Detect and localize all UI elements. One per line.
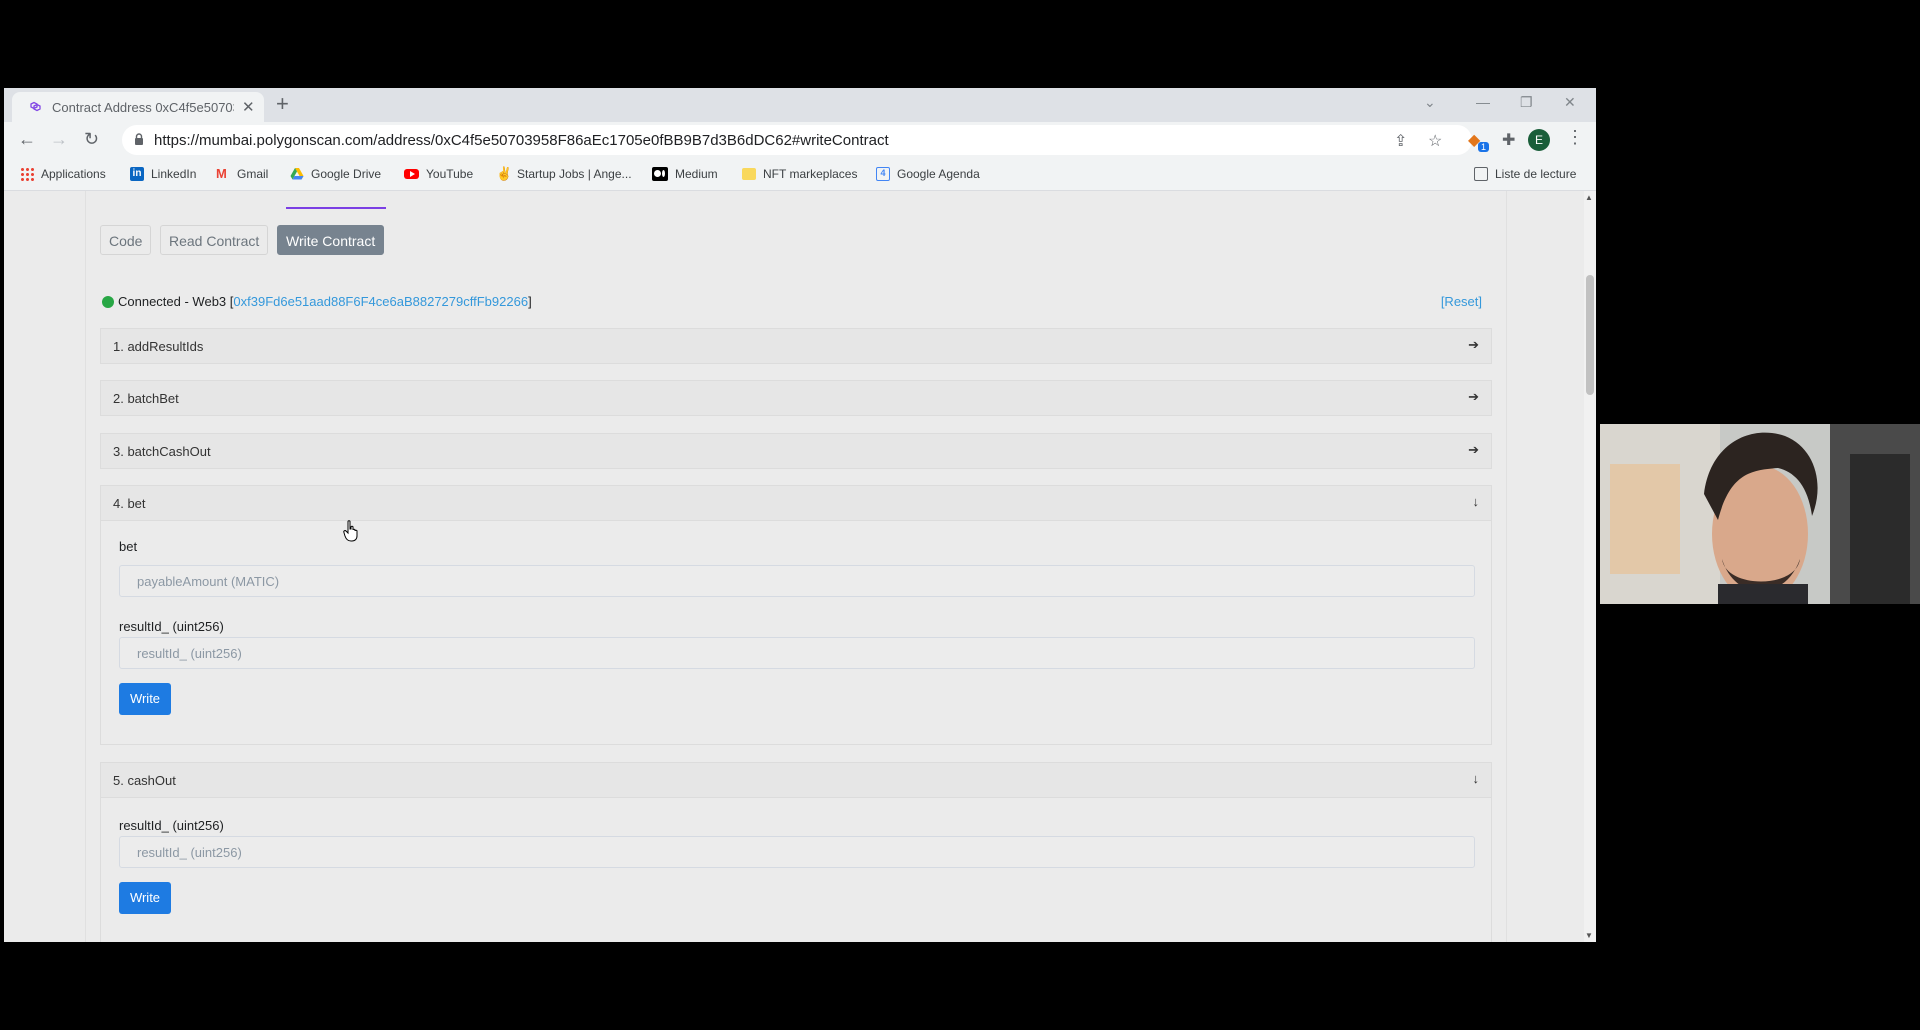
page-scrollbar[interactable]: ▲ ▼ [1584, 191, 1596, 942]
tab-strip: Contract Address 0xC4f5e50703958F86aEc17… [4, 88, 1596, 122]
profile-avatar[interactable]: E [1528, 129, 1550, 151]
arrow-right-icon: ➔ [1468, 442, 1479, 457]
wallet-address-link[interactable]: 0xf39Fd6e51aad88F6F4ce6aB8827279cffFb922… [233, 294, 528, 309]
bookmark-medium[interactable]: Medium [652, 166, 718, 182]
bookmark-linkedin[interactable]: in LinkedIn [130, 166, 196, 182]
browser-tab[interactable]: Contract Address 0xC4f5e50703958F86aEc17… [12, 92, 264, 122]
payable-label: bet [119, 539, 138, 554]
reading-list-icon [1474, 167, 1488, 181]
gmail-icon: M [216, 166, 227, 181]
cashout-form: resultId_ (uint256) Write [100, 798, 1492, 942]
hand-cursor-icon [343, 520, 358, 542]
bookmark-star-icon[interactable]: ☆ [1428, 131, 1442, 151]
close-tab-icon[interactable]: ✕ [242, 98, 255, 116]
function-row-batchbet[interactable]: 2. batchBet ➔ [100, 380, 1492, 416]
active-tab-indicator [286, 207, 386, 209]
folder-icon [742, 168, 756, 180]
arrow-right-icon: ➔ [1468, 337, 1479, 352]
scrollbar-thumb[interactable] [1586, 275, 1594, 395]
tab-title: Contract Address 0xC4f5e50703958F86aEc17… [52, 100, 234, 115]
arrow-right-icon: ➔ [1468, 389, 1479, 404]
scroll-up-icon[interactable]: ▲ [1585, 193, 1593, 202]
google-drive-icon [290, 168, 304, 180]
new-tab-icon[interactable]: + [276, 92, 289, 116]
code-tab-button[interactable]: Code [100, 225, 152, 255]
function-row-batchcashout[interactable]: 3. batchCashOut ➔ [100, 433, 1492, 469]
bookmark-google-agenda[interactable]: 4 Google Agenda [876, 166, 980, 182]
resultid-label: resultId_ (uint256) [119, 818, 224, 833]
bookmark-gmail[interactable]: M Gmail [216, 166, 268, 182]
arrow-down-icon: ↓ [1472, 771, 1480, 786]
bookmark-google-drive[interactable]: Google Drive [290, 166, 381, 182]
bookmark-startup-jobs[interactable]: ✌ Startup Jobs | Ange... [496, 166, 632, 182]
write-contract-button[interactable]: Write Contract [277, 225, 385, 255]
reset-link[interactable]: [Reset] [1441, 294, 1482, 309]
bet-write-button[interactable]: Write [119, 683, 171, 715]
connection-status: Connected - Web3 [0xf39Fd6e51aad88F6F4ce… [102, 294, 532, 309]
payable-amount-input[interactable] [119, 565, 1475, 597]
youtube-icon [404, 169, 419, 179]
resultid-label: resultId_ (uint256) [119, 619, 224, 634]
share-icon[interactable]: ⇪ [1394, 131, 1407, 151]
connected-dot-icon [102, 296, 114, 308]
cashout-write-button[interactable]: Write [119, 882, 171, 914]
google-calendar-icon: 4 [876, 167, 890, 181]
read-contract-button[interactable]: Read Contract [160, 225, 269, 255]
medium-icon [652, 167, 668, 181]
close-window-icon[interactable]: ✕ [1564, 94, 1576, 111]
linkedin-icon: in [130, 167, 144, 181]
angellist-icon: ✌ [496, 166, 513, 181]
function-row-cashout[interactable]: 5. cashOut ↓ [100, 762, 1492, 798]
bookmark-youtube[interactable]: YouTube [404, 166, 473, 182]
bookmark-nft-markeplaces[interactable]: NFT markeplaces [742, 166, 857, 182]
extensions-puzzle-icon[interactable]: ✚ [1502, 130, 1515, 150]
reading-list-button[interactable]: Liste de lecture [1474, 166, 1576, 182]
browser-toolbar: ← → ↻ https://mumbai.polygonscan.com/add… [4, 122, 1596, 158]
url-text: https://mumbai.polygonscan.com/address/0… [154, 132, 889, 149]
reload-icon[interactable]: ↻ [84, 128, 99, 150]
forward-icon[interactable]: → [50, 128, 68, 150]
lock-icon [135, 133, 143, 145]
browser-window: Contract Address 0xC4f5e50703958F86aEc17… [4, 88, 1596, 942]
webcam-overlay [1600, 424, 1920, 604]
contract-card: Code Read Contract Write Contract Connec… [85, 191, 1507, 942]
arrow-down-icon: ↓ [1472, 494, 1480, 509]
bookmarks-bar: Applications in LinkedIn M Gmail Google … [4, 158, 1596, 191]
minimize-icon[interactable]: — [1476, 94, 1490, 110]
address-bar[interactable]: https://mumbai.polygonscan.com/address/0… [122, 125, 1472, 155]
bet-form: bet resultId_ (uint256) Write [100, 521, 1492, 745]
webcam-video [1600, 424, 1920, 604]
browser-menu-icon[interactable]: ⋮ [1566, 127, 1584, 148]
polygon-favicon-icon [30, 101, 41, 112]
function-row-bet[interactable]: 4. bet ↓ [100, 485, 1492, 521]
function-row-addresultids[interactable]: 1. addResultIds ➔ [100, 328, 1492, 364]
page-content: Code Read Contract Write Contract Connec… [4, 191, 1584, 942]
tab-search-icon[interactable]: ⌄ [1424, 94, 1436, 111]
back-icon[interactable]: ← [18, 128, 36, 150]
apps-grid-icon [20, 167, 34, 181]
resultid-input[interactable] [119, 836, 1475, 868]
resultid-input[interactable] [119, 637, 1475, 669]
bookmark-applications[interactable]: Applications [20, 166, 106, 182]
restore-icon[interactable]: ❐ [1520, 94, 1533, 111]
scroll-down-icon[interactable]: ▼ [1585, 931, 1593, 940]
extension-badge: 1 [1478, 142, 1490, 152]
